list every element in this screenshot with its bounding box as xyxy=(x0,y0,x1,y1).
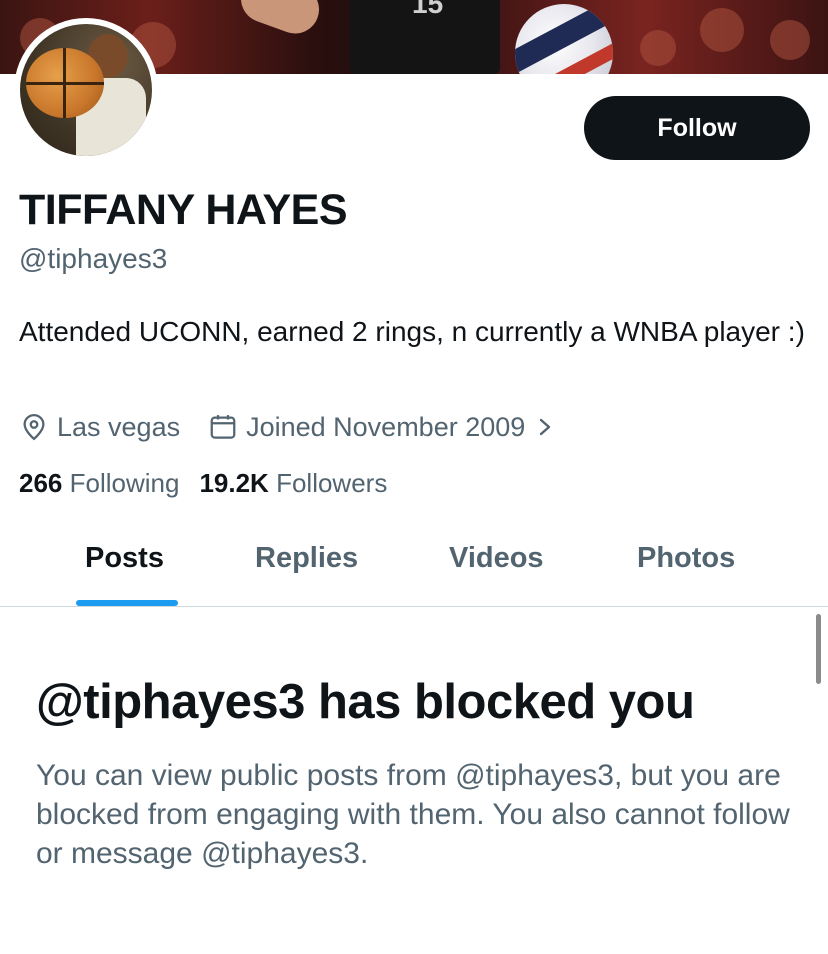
banner-player-arm xyxy=(234,0,326,41)
tab-photos[interactable]: Photos xyxy=(637,542,735,575)
profile-stats: 266 Following 19.2K Followers xyxy=(19,468,387,499)
location-text: Las vegas xyxy=(57,411,181,442)
location-pin-icon xyxy=(23,413,45,441)
avatar[interactable] xyxy=(14,18,158,162)
followers-label: Followers xyxy=(276,468,388,498)
banner-crowd-shape xyxy=(700,8,744,52)
profile-handle: @tiphayes3 xyxy=(19,243,168,274)
followers-count: 19.2K xyxy=(199,468,269,498)
banner-basketball xyxy=(515,4,613,74)
banner-crowd-shape xyxy=(640,30,676,66)
scrollbar[interactable] xyxy=(816,614,821,684)
banner-jersey-number: 15 xyxy=(412,0,444,19)
location-item: Las vegas xyxy=(19,412,180,443)
followers-link[interactable]: 19.2K Followers xyxy=(199,468,387,499)
display-name: TIFFANY HAYES xyxy=(19,186,348,234)
calendar-icon xyxy=(210,415,236,439)
profile-tabs: Posts Replies Videos Photos xyxy=(0,528,828,607)
avatar-image xyxy=(20,24,152,156)
blocked-title: @tiphayes3 has blocked you xyxy=(36,675,695,729)
following-link[interactable]: 266 Following xyxy=(19,468,179,499)
joined-text: Joined November 2009 xyxy=(246,411,526,442)
tab-posts[interactable]: Posts xyxy=(85,542,164,575)
banner-crowd-shape xyxy=(770,20,810,60)
avatar-basketball xyxy=(26,48,104,118)
following-label: Following xyxy=(69,468,180,498)
joined-item[interactable]: Joined November 2009 xyxy=(208,412,563,443)
active-tab-indicator xyxy=(76,600,178,606)
tab-replies[interactable]: Replies xyxy=(255,542,358,575)
blocked-message: You can view public posts from @tiphayes… xyxy=(36,759,790,870)
follow-button[interactable]: Follow xyxy=(584,96,810,160)
chevron-right-icon[interactable] xyxy=(535,415,555,439)
profile-meta: Las vegas Joined November 2009 xyxy=(19,408,563,446)
tab-videos[interactable]: Videos xyxy=(449,542,544,575)
following-count: 266 xyxy=(19,468,63,498)
profile-bio: Attended UCONN, earned 2 rings, n curren… xyxy=(19,316,805,347)
